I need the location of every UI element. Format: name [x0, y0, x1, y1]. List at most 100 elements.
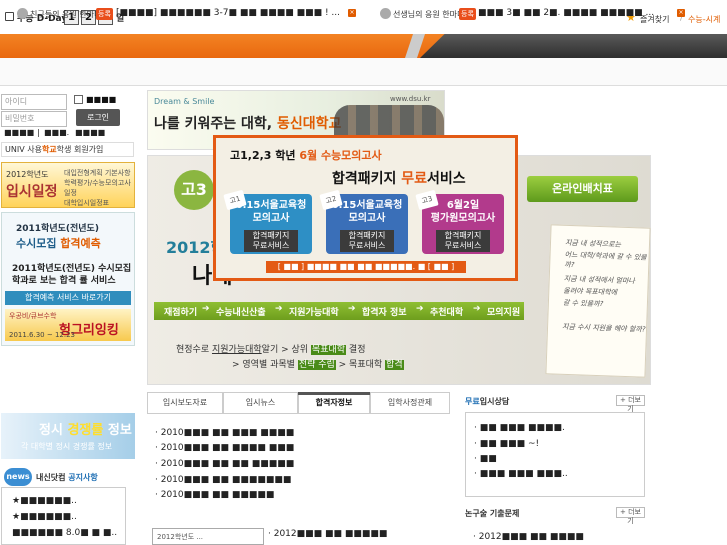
consult-title[interactable]: 무료입시상담	[465, 396, 509, 407]
promo-banner[interactable]: 우공비/큐브수학 헝그리잉킹 2011.6.30 ~ 12.23	[5, 309, 131, 341]
schedule-link[interactable]: 대학입시일정표	[64, 198, 134, 208]
free-service-button[interactable]: 합격패키지 무료서비스	[436, 230, 490, 252]
password-input[interactable]: 비밀번호	[1, 111, 67, 127]
arrow-right-icon: ➔	[275, 304, 283, 314]
flow-step[interactable]: 지원가능대학	[289, 305, 339, 318]
susi-go-button[interactable]: 합격예측 서비스 바로가기	[5, 291, 131, 305]
jungsi-subtitle: 각 대학별 정시 경쟁률 정보	[21, 442, 113, 451]
save-id-checkbox[interactable]	[74, 95, 83, 104]
memo-note: 지금 내 성적으로는 어느 대학/학과에 갈 수 있을까? 지금 내 성적에서 …	[545, 224, 651, 378]
schedule-link[interactable]: 대입전형계획 기본사항	[64, 168, 134, 178]
find-pw-link[interactable]: ■■■.	[44, 128, 69, 137]
dsu-tagline: Dream & Smile	[154, 97, 215, 106]
strategy-line-1: 현정수로 지원가능대학알기 > 상위 목표대학 결정	[176, 345, 366, 355]
univ-school: 학교	[41, 145, 57, 154]
jungsi-title: 정시 경쟁률 정보	[39, 423, 132, 438]
note-line: 지금 내 성적에서 얼마나	[563, 274, 635, 286]
univ-student: 학생	[56, 145, 72, 154]
notice-list: ★■■■■■■.. ★■■■■■■.. ■■■■■■ 8.0■ ■ ■..	[1, 487, 126, 545]
list-item[interactable]: · 2012■■■ ■■ ■■■■	[473, 532, 584, 542]
close-icon[interactable]: ×	[348, 9, 356, 17]
note-line: 올려야 목표대학에	[563, 286, 618, 297]
list-item[interactable]: ★■■■■■■..	[12, 496, 77, 506]
tab-news[interactable]: 입시뉴스	[223, 392, 298, 414]
susi-prediction-banner[interactable]: 2011학년도(전년도) 수시모집 합격예측 2011학년도(전년도) 수시모집…	[1, 212, 135, 346]
list-item[interactable]: ■■■■■■ 8.0■ ■ ■..	[12, 528, 117, 538]
tab-press[interactable]: 입시보도자료	[147, 392, 223, 414]
popup-close-bar[interactable]: [ ■■ ] ■■■■ ■■ ■■ ■■■■■. ■ [ ■■ ]	[266, 261, 466, 273]
exam-title: 6.15서울교육청 모의고사	[331, 200, 403, 224]
arrow-right-icon: ➔	[416, 304, 424, 314]
essay-title[interactable]: 논구술 기출문제	[465, 508, 519, 519]
promo-date: 2011.6.30 ~ 12.23	[9, 331, 75, 339]
more-button[interactable]: + 더보기	[616, 507, 645, 525]
free-service-button[interactable]: 합격패키지 무료서비스	[244, 230, 298, 252]
arrow-right-icon: ➔	[348, 304, 356, 314]
suneung-clock-link[interactable]: 수능-시계	[688, 14, 720, 25]
tab-admit-info[interactable]: 합격자정보	[298, 392, 370, 414]
login-button[interactable]: 로그인	[76, 109, 120, 126]
susi-year: 2011학년도(전년도)	[16, 224, 99, 234]
register-badge[interactable]: 등록	[96, 8, 113, 20]
schedule-title: 입시일정	[6, 184, 58, 200]
list-item[interactable]: · 2010■■■ ■■ ■■■■ ■■■	[155, 443, 294, 453]
note-line: 어느 대학/학과에 갈 수 있을까?	[564, 250, 647, 270]
admission-schedule-banner[interactable]: 2012학년도 입시일정 대입전형계획 기본사항 학력평가/수능모의고사일정 대…	[1, 162, 135, 208]
grade2-card[interactable]: 고2 6.15서울교육청 모의고사 합격패키지 무료서비스	[319, 189, 408, 254]
id-input[interactable]: 아이디	[1, 94, 67, 110]
list-item[interactable]: · 2010■■■ ■■ ■■■ ■■■■	[155, 428, 294, 438]
list-item[interactable]: · 2012■■■ ■■ ■■■■■	[268, 529, 387, 539]
list-item[interactable]: · 2010■■■ ■■ ■■■■■■■	[155, 475, 291, 485]
list-item[interactable]: · ■■	[474, 454, 497, 464]
thumbnail[interactable]: 2012학년도 ...	[152, 528, 264, 545]
note-line: 지금 내 성적으로는	[564, 238, 622, 249]
online-placement-button[interactable]: 온라인배치표	[527, 176, 638, 202]
signup-link[interactable]: ■■■■	[75, 128, 105, 137]
essay-header: 논구술 기출문제 + 더보기	[465, 507, 645, 525]
consult-list: · ■■ ■■■ ■■■■. · ■■ ■■■ ~! · ■■ · ■■■ ■■…	[465, 412, 645, 497]
strategy-line-2: > 영역별 과목별 전략 수립 > 목표대학 합격	[232, 360, 404, 370]
schedule-link[interactable]: 학력평가/수능모의고사일정	[64, 178, 134, 198]
grade1-card[interactable]: 고1 6.15서울교육청 모의고사 합격패키지 무료서비스	[223, 189, 312, 254]
notice-title[interactable]: 내신닷컴 공지사항	[36, 472, 98, 483]
exam-title: 6월2일 평가원모의고사	[430, 200, 496, 224]
univ-student-signup[interactable]: UNIV 사용학교학생 회원가입	[1, 142, 134, 157]
list-item[interactable]: · ■■ ■■■ ~!	[474, 439, 539, 449]
teachers-cheer-title: 선생님의 응원 한마디	[393, 10, 465, 19]
free-service-button[interactable]: 합격패키지 무료서비스	[340, 230, 394, 252]
calendar-icon	[5, 12, 14, 21]
save-id-label: ■■■■	[86, 95, 117, 104]
list-item[interactable]: · 2010■■■ ■■ ■■ ■■■■■	[155, 459, 294, 469]
list-item[interactable]: · ■■■ ■■■ ■■■..	[474, 469, 568, 479]
find-id-link[interactable]: ■■■■	[4, 128, 34, 137]
teachers-cheer-text[interactable]: ■■■ 3■ ■■ 2■. ■■■■ ■■■■■ ...	[478, 8, 654, 18]
flow-step[interactable]: 재점하기	[164, 305, 197, 318]
news-badge: news	[4, 468, 32, 486]
susi-desc: 2011학년도(전년도) 수시모집 학과로 보는 합격 률 서비스	[12, 264, 132, 286]
signup-label: 회원가입	[73, 145, 104, 154]
flow-step[interactable]: 모의지원	[487, 305, 520, 318]
arrow-right-icon: ➔	[202, 304, 210, 314]
list-item[interactable]: · 2010■■■ ■■ ■■■■■	[155, 490, 274, 500]
user-icon	[17, 8, 28, 19]
list-item[interactable]: · ■■ ■■■ ■■■■.	[474, 423, 565, 433]
list-item[interactable]: ★■■■■■■..	[12, 512, 77, 522]
user-icon	[380, 8, 391, 19]
consult-header: 무료입시상담 + 더보기	[465, 395, 645, 413]
tab-admission-officer[interactable]: 입학사정관제	[370, 392, 450, 414]
free-package-popup[interactable]: 고1,2,3 학년 6월 수능모의고사 합격패키지 무료서비스 고1 6.15서…	[213, 135, 518, 281]
more-button[interactable]: + 더보기	[616, 395, 645, 413]
link-separator: |	[37, 128, 40, 137]
flow-step[interactable]: 합격자 정보	[362, 305, 407, 318]
note-line: 갈 수 있을까?	[562, 298, 604, 309]
close-icon[interactable]: ×	[677, 9, 685, 17]
friends-cheer-text[interactable]: [■■■■] ■■■■■■ 3-7■ ■■ ■■■■ ■■■ ! ...	[116, 8, 340, 18]
schedule-year: 2012학년도	[6, 170, 49, 179]
flow-step[interactable]: 수능내신산출	[216, 305, 266, 318]
cheer-ticker	[0, 58, 727, 86]
flow-step[interactable]: 추천대학	[430, 305, 463, 318]
jungsi-competition-banner[interactable]: 정시 경쟁률 정보 각 대학별 정시 경쟁률 정보	[1, 413, 135, 459]
friends-cheer-title: 친구들의 응원 한마디	[30, 10, 102, 19]
grade3-card[interactable]: 고3 6월2일 평가원모의고사 합격패키지 무료서비스	[415, 189, 504, 254]
register-badge[interactable]: 등록	[459, 8, 476, 20]
